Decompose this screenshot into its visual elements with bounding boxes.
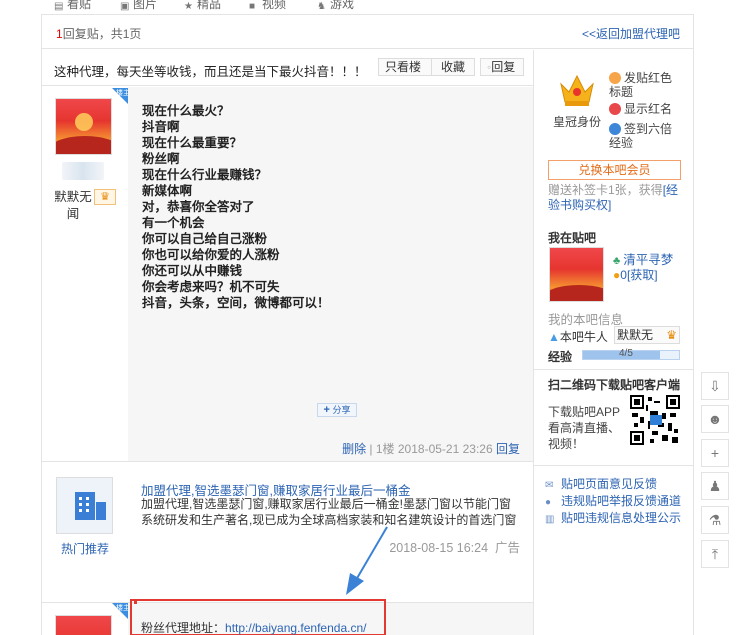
- report-icon: ●: [545, 497, 552, 508]
- game-icon: ♞: [317, 1, 326, 12]
- image-icon: ▣: [120, 1, 130, 12]
- post-line: 现在什么最重要？: [142, 136, 243, 150]
- face-icon[interactable]: ☻: [701, 405, 729, 433]
- divider: [534, 369, 693, 370]
- feedback-icon: ✉: [545, 480, 554, 491]
- post-line: 你也可以给你爱的人涨粉: [142, 248, 280, 262]
- fan-agent-address: 粉丝代理地址：http://baiyang.fenfenda.cn/: [141, 621, 367, 635]
- back-to-forum-link[interactable]: <<返回加盟代理吧: [582, 25, 680, 42]
- my-avatar[interactable]: [549, 247, 604, 302]
- bar-star-label: ▲本吧牛人: [548, 330, 608, 344]
- post-footer: 删除 | 1楼 2018-05-21 23:26 回复: [342, 442, 520, 456]
- plus-icon: +: [323, 404, 330, 416]
- level-badge-icon: ♛: [666, 328, 677, 342]
- author-name[interactable]: 默默无闻: [52, 189, 94, 223]
- report-link[interactable]: ● 违规贴吧举报反馈通道: [545, 492, 681, 509]
- star-icon: ★: [184, 1, 193, 12]
- author-avatar[interactable]: [55, 615, 112, 635]
- divider: [534, 465, 693, 466]
- divider: [42, 461, 533, 462]
- video-icon: ■: [249, 1, 256, 12]
- delete-link[interactable]: 删除: [342, 442, 366, 456]
- tab-videos[interactable]: ■ 视频: [249, 0, 286, 12]
- post-line: 你可以自己给自己涨粉: [142, 232, 268, 246]
- post-line: 你还可以从中赚钱: [142, 264, 243, 278]
- name-icon: [609, 103, 621, 115]
- bar-star-name[interactable]: 默默无 ♛: [614, 326, 680, 344]
- tab-posts[interactable]: ▤ 看贴: [54, 0, 91, 12]
- my-bar-info-label: 我的本吧信息: [548, 313, 624, 327]
- building-icon[interactable]: [56, 477, 113, 534]
- title-icon: [609, 72, 621, 84]
- sign-icon: [609, 123, 621, 135]
- post-icon: ▤: [54, 1, 64, 12]
- forum-tabs: ▤ 看贴 ▣ 图片 ★ 精品 ■ 视频 ♞ 游戏: [40, 0, 693, 14]
- reply-count: 1回复贴，共1页: [56, 27, 142, 41]
- post-line: 抖音，头条，空间，微博都可以！: [142, 296, 330, 310]
- top-icon[interactable]: ⤒: [701, 540, 729, 568]
- collect-button[interactable]: 收藏: [431, 58, 475, 76]
- post-content: 现在什么最火？ 抖音啊 现在什么最重要？ 粉丝啊 现在什么行业最赚钱？ 新媒体啊…: [142, 103, 522, 311]
- violation-notice-link[interactable]: ▥ 贴吧违规信息处理公示: [545, 509, 681, 526]
- exp-label: 经验: [548, 350, 573, 364]
- share-button[interactable]: + 分享: [317, 403, 357, 417]
- plus-icon[interactable]: +: [701, 439, 729, 467]
- exp-progress-bar: 4/5: [582, 348, 680, 360]
- my-tieba-heading: 我在贴吧: [548, 231, 597, 245]
- thread-title: 这种代理，每天坐等收钱，而且还是当下最火抖音！！！: [54, 65, 367, 79]
- post-line: 对，恭喜你全答对了: [142, 200, 255, 214]
- my-coins: ●0[获取]: [613, 268, 658, 282]
- reply-button[interactable]: ◦回复: [480, 58, 524, 76]
- ad-footer: 2018-08-15 16:24 广告: [389, 541, 520, 555]
- post-line: 现在什么行业最赚钱？: [142, 168, 268, 182]
- privilege-sign-exp: 签到六倍经验: [609, 122, 673, 150]
- redeem-vip-button[interactable]: 兑换本吧会员: [548, 160, 681, 180]
- post-line: 有一个机会: [142, 216, 205, 230]
- reply-link[interactable]: 回复: [496, 442, 520, 456]
- tab-games[interactable]: ♞ 游戏: [317, 0, 354, 12]
- qr-code-icon[interactable]: [630, 395, 680, 445]
- trash-icon: ▥: [545, 514, 555, 525]
- annotation-arrow: [346, 526, 388, 595]
- thread-title-bar: 这种代理，每天坐等收钱，而且还是当下最火抖音！！！ 只看楼主 收藏 ◦回复: [42, 50, 533, 86]
- post-line: 新媒体啊: [142, 184, 193, 198]
- reply-count-bar: 1回复贴，共1页 <<返回加盟代理吧: [42, 15, 693, 49]
- sidebar-links: ✉ 贴吧页面意见反馈 ● 违规贴吧举报反馈通道 ▥ 贴吧违规信息处理公示: [545, 475, 681, 526]
- get-coins-link[interactable]: [获取]: [627, 268, 658, 282]
- user-icon[interactable]: ♟: [701, 472, 729, 500]
- tab-featured[interactable]: ★ 精品: [184, 0, 221, 12]
- post-line: 你会考虑来吗？机不可失: [142, 280, 280, 294]
- feedback-link[interactable]: ✉ 贴吧页面意见反馈: [545, 475, 681, 492]
- blurred-nameplate: [62, 162, 104, 180]
- privilege-red-name: 显示红名: [609, 102, 672, 116]
- only-op-button[interactable]: 只看楼主: [378, 58, 438, 76]
- hot-recommend-label[interactable]: 热门推荐: [42, 540, 128, 557]
- level-badge-icon: ♛: [94, 189, 116, 205]
- app-download-desc: 下载贴吧APP看高清直播、视频！: [548, 405, 621, 451]
- crown-icon: [560, 74, 594, 106]
- people-icon: ▲: [548, 330, 560, 344]
- author-avatar[interactable]: [55, 98, 112, 155]
- agent-url-link[interactable]: http://baiyang.fenfenda.cn/: [225, 621, 366, 635]
- app-download-heading: 扫二维码下载贴吧客户端: [548, 378, 681, 392]
- ad-description: 加盟代理,智选墨瑟门窗,赚取家居行业最后一桶金!墨瑟门窗以节能门窗系统研发和生产…: [141, 497, 517, 527]
- tab-images[interactable]: ▣ 图片: [120, 0, 157, 12]
- crown-identity-label: 皇冠身份: [553, 115, 602, 129]
- post-line: 粉丝啊: [142, 152, 180, 166]
- lab-icon[interactable]: ⚗: [701, 506, 729, 534]
- floor-info: 1楼 2018-05-21 23:26: [375, 442, 493, 456]
- gift-info: 赠送补签卡1张，获得[经验书购买权]: [548, 183, 679, 212]
- post-line: 现在什么最火？: [142, 104, 230, 118]
- privilege-red-title: 发贴红色标题: [609, 71, 673, 99]
- post-line: 抖音啊: [142, 120, 180, 134]
- download-icon[interactable]: ⇩: [701, 372, 729, 400]
